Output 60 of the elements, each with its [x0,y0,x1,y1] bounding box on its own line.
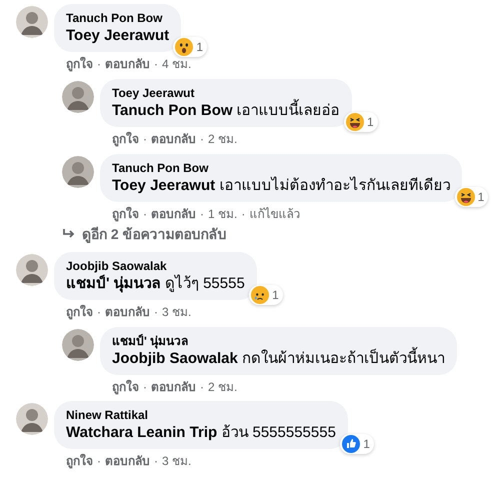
reaction-count[interactable]: 1 [173,37,208,57]
separator: · [97,454,101,468]
avatar-icon[interactable] [16,254,48,286]
separator: · [97,305,101,319]
reply-arrow-icon [62,228,76,240]
timestamp[interactable]: 2 ชม. [208,380,238,394]
like-link[interactable]: ถูกใจ [66,57,93,71]
reaction-count[interactable]: 1 [344,112,378,132]
separator: · [200,132,204,146]
edited-label: แก้ไขแล้ว [249,207,300,221]
timestamp[interactable]: 2 ชม. [208,132,238,146]
timestamp[interactable]: 1 ชม. [208,207,238,221]
comment-text: Tanuch Pon Bow เอาแบบนี้เลยอ่อ [112,101,340,120]
reaction-count[interactable]: 1 [249,285,283,305]
timestamp[interactable]: 3 ชม. [162,305,192,319]
surprised-face-icon [175,38,194,56]
separator: · [241,207,246,221]
comment-text: Toey Jeerawut เอาแบบไม่ต้องทำอะไรกันเลยทีเดียว [112,176,450,195]
author-name[interactable]: Joobjib Saowalak [66,258,245,274]
timestamp[interactable]: 3 ชม. [162,454,192,468]
reply-link[interactable]: ตอบกลับ [151,207,196,221]
avatar-icon[interactable] [16,6,48,38]
timestamp[interactable]: 4 ชม. [162,57,192,71]
laughing-face-icon [346,113,364,131]
separator: · [154,454,158,468]
separator: · [154,305,158,319]
separator: · [200,380,204,394]
laughing-face-icon [456,188,475,206]
thumbs-up-icon [342,435,360,453]
reply-link[interactable]: ตอบกลับ [105,305,150,319]
like-link[interactable]: ถูกใจ [112,207,139,221]
author-name[interactable]: Tanuch Pon Bow [66,10,170,26]
separator: · [143,380,147,394]
reply-link[interactable]: ตอบกลับ [151,132,196,146]
like-link[interactable]: ถูกใจ [112,380,139,394]
avatar-icon[interactable] [62,81,94,113]
avatar-icon[interactable] [62,156,94,188]
separator: · [143,207,147,221]
sad-face-icon [251,286,270,304]
comment-text: แชมป์' นุ่มนวล ดูไว้ๆ 55555 [66,274,245,293]
like-link[interactable]: ถูกใจ [66,454,93,468]
like-link[interactable]: ถูกใจ [66,305,93,319]
avatar-icon[interactable] [62,329,94,361]
author-name[interactable]: Ninew Rattikal [66,407,336,423]
comment-text: Watchara Leanin Trip อ้วน 5555555555 [66,423,336,442]
separator: · [200,207,204,221]
reaction-count[interactable]: 1 [340,434,374,454]
reply-link[interactable]: ตอบกลับ [105,57,150,71]
like-link[interactable]: ถูกใจ [112,132,139,146]
avatar-icon[interactable] [16,403,48,435]
separator: · [97,57,101,71]
author-name[interactable]: Tanuch Pon Bow [112,160,450,176]
more-replies-link[interactable]: ดูอีก 2 ข้อความตอบกลับ [62,225,476,243]
reply-link[interactable]: ตอบกลับ [105,454,150,468]
separator: · [143,132,147,146]
reply-link[interactable]: ตอบกลับ [151,380,196,394]
comment-text: Toey Jeerawut [66,26,170,45]
separator: · [154,57,158,71]
comment-text: Joobjib Saowalak กดในผ้าห่มเนอะถ้าเป็นตัวนี้หนา [112,349,446,368]
reaction-count[interactable]: 1 [454,187,488,207]
